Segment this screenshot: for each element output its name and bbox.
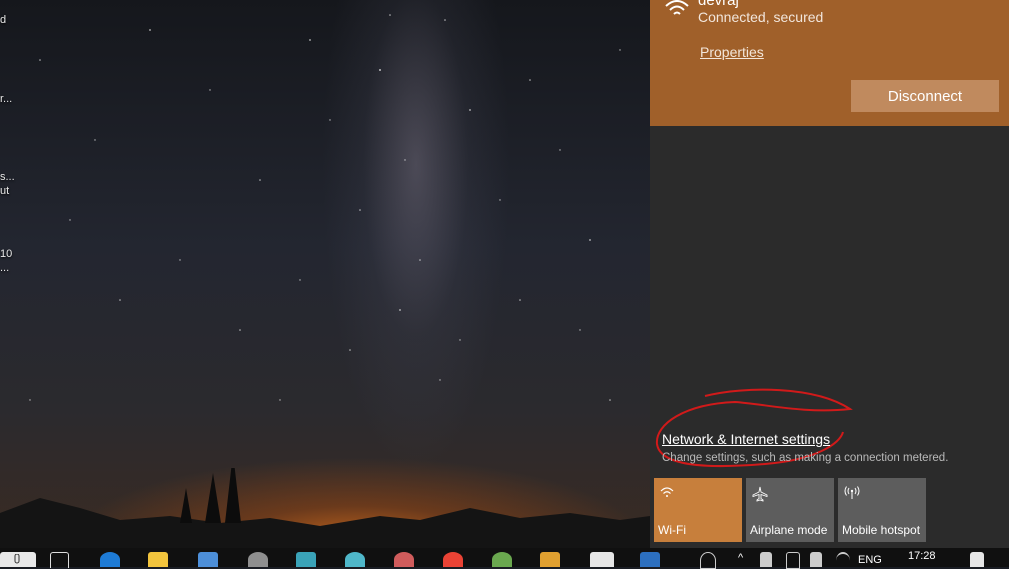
desktop-icon-label[interactable]: s... — [0, 171, 15, 184]
microphone-icon — [14, 554, 20, 564]
taskbar: ^ ENG 17:28 — [0, 548, 1009, 569]
media-player-icon[interactable] — [540, 552, 560, 567]
media-icon[interactable] — [345, 552, 365, 567]
tile-label: Mobile hotspot — [842, 523, 921, 537]
quick-action-mobile-hotspot[interactable]: Mobile hotspot — [838, 478, 926, 542]
desktop-icon-label[interactable]: 10 — [0, 248, 12, 261]
airplane-icon — [752, 486, 768, 502]
clock-time[interactable]: 17:28 — [908, 550, 936, 562]
wifi-network-card[interactable]: devraj Connected, secured Properties Dis… — [650, 0, 1009, 126]
wifi-status: Connected, secured — [698, 9, 824, 25]
starfield — [29, 14, 621, 401]
hotspot-icon — [844, 486, 860, 499]
language-indicator[interactable]: ENG — [858, 554, 882, 566]
properties-link[interactable]: Properties — [700, 44, 764, 60]
battery-icon[interactable] — [786, 552, 800, 569]
powershell-icon[interactable] — [640, 552, 660, 567]
settings-gear-icon[interactable] — [248, 552, 268, 567]
people-icon[interactable] — [700, 552, 716, 569]
file-explorer-icon[interactable] — [148, 552, 168, 567]
desktop-wallpaper: d r... s... ut 10 ... — [0, 0, 650, 548]
desktop-icon-label[interactable]: ... — [0, 262, 9, 275]
wifi-icon — [660, 487, 674, 497]
app-icon[interactable] — [492, 552, 512, 567]
task-view-icon[interactable] — [50, 552, 69, 568]
notifications-icon[interactable] — [970, 552, 984, 567]
tile-label: Airplane mode — [750, 523, 828, 537]
desktop-icon-label[interactable]: r... — [0, 93, 12, 106]
edge-icon[interactable] — [100, 552, 120, 567]
search-box[interactable] — [0, 552, 36, 567]
power-plug-icon[interactable] — [810, 552, 822, 567]
mail-icon[interactable] — [590, 552, 614, 567]
desktop-icon-label[interactable]: ut — [0, 185, 9, 198]
quick-action-airplane-mode[interactable]: Airplane mode — [746, 478, 834, 542]
tile-label: Wi-Fi — [658, 523, 686, 537]
chevron-up-icon[interactable]: ^ — [738, 552, 743, 564]
wifi-ssid: devraj — [698, 0, 739, 9]
network-settings-description: Change settings, such as making a connec… — [662, 452, 949, 464]
desktop-icon-label[interactable]: d — [0, 14, 6, 27]
calendar-icon[interactable] — [394, 552, 414, 567]
disconnect-button[interactable]: Disconnect — [851, 80, 999, 112]
photos-icon[interactable] — [296, 552, 316, 567]
mountain-silhouette — [0, 468, 650, 548]
volume-icon[interactable] — [760, 552, 772, 567]
action-center-panel: devraj Connected, secured Properties Dis… — [650, 0, 1009, 548]
chrome-icon[interactable] — [443, 552, 463, 567]
wifi-tray-icon[interactable] — [836, 552, 850, 569]
store-icon[interactable] — [198, 552, 218, 567]
wifi-icon — [665, 0, 689, 15]
quick-action-wifi[interactable]: Wi-Fi — [654, 478, 742, 542]
network-internet-settings-link[interactable]: Network & Internet settings — [662, 431, 830, 447]
